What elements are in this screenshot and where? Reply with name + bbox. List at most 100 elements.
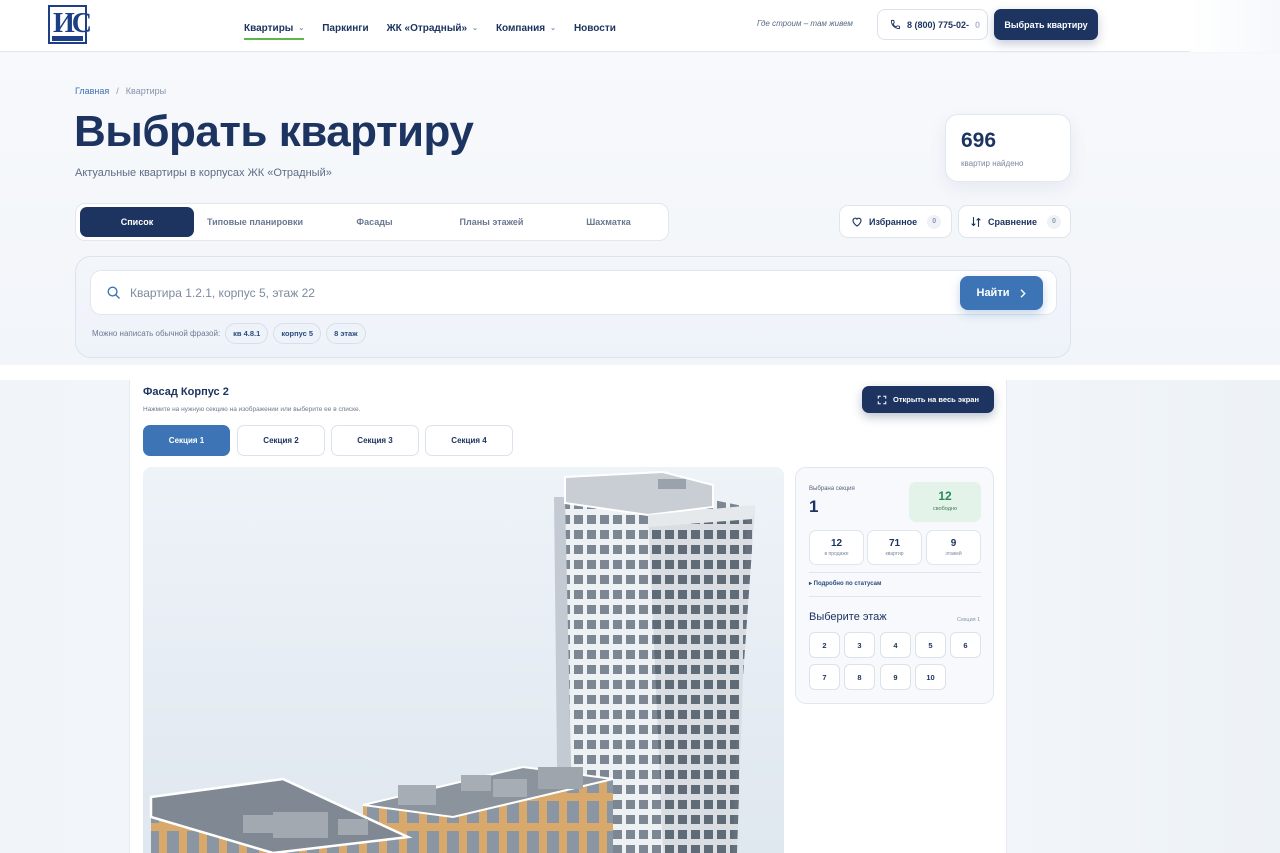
phone-number-tail: 0 (975, 19, 981, 30)
results-count-label: квартир найдено (961, 159, 1024, 168)
selected-section-value: 1 (809, 497, 819, 516)
search-button[interactable]: Найти (960, 276, 1043, 310)
stat-value: 12 (830, 538, 843, 549)
facade-title: Фасад Корпус 2 (143, 386, 229, 398)
section-tab-3[interactable]: Секция 3 (331, 425, 419, 456)
search-button-label: Найти (976, 287, 1010, 299)
nav-item-apartments[interactable]: Квартиры ⌄ (244, 18, 305, 40)
breadcrumb-home[interactable]: Главная (75, 86, 109, 96)
choose-apartment-button[interactable]: Выбрать квартиру (994, 9, 1098, 40)
fullscreen-button[interactable]: Открыть на весь экран (862, 386, 994, 413)
favorites-count: 0 (927, 214, 942, 229)
tab-chessboard[interactable]: Шахматка (550, 207, 667, 237)
tab-list[interactable]: Список (80, 207, 194, 237)
search-input[interactable] (130, 283, 930, 303)
site-header: ИС Квартиры ⌄ Паркинги ЖК «Отрадный» ⌄ К… (0, 0, 1190, 52)
results-count: 696 (961, 129, 997, 152)
search-panel: Найти Можно написать обычной фразой: кв … (75, 256, 1071, 358)
chevron-down-icon: ⌄ (298, 25, 305, 32)
nav-item-news[interactable]: Новости (574, 18, 616, 38)
search-chip[interactable]: 8 этаж (326, 323, 366, 344)
section-divider-band (0, 365, 1280, 380)
floor-button[interactable]: 5 (915, 632, 946, 658)
status-details-toggle[interactable]: ▸ Подробно по статусам (809, 580, 881, 587)
header-slogan: Где строим – там живем (757, 19, 853, 28)
selected-section-label: Выбрана секция (809, 486, 855, 492)
logo-strip (52, 36, 83, 41)
nav-label: Новости (573, 22, 616, 34)
floor-button[interactable]: 9 (880, 664, 911, 690)
floor-button[interactable]: 3 (844, 632, 875, 658)
search-icon (107, 286, 120, 299)
stat-label: этажей (945, 551, 962, 557)
stat-apartments: 71 квартир (867, 530, 922, 565)
phone-icon (890, 19, 901, 30)
divider (809, 596, 981, 597)
compare-count: 0 (1046, 214, 1061, 229)
search-hints: Можно написать обычной фразой: кв 4.8.1 … (92, 323, 366, 344)
search-chip[interactable]: корпус 5 (273, 323, 322, 344)
breadcrumb-current: Квартиры (125, 86, 167, 96)
page-title: Выбрать квартиру (74, 107, 474, 156)
nav-label: Паркинги (322, 22, 369, 34)
floor-button[interactable]: 10 (915, 664, 946, 690)
floor-button[interactable]: 2 (809, 632, 840, 658)
free-label: свободно (932, 506, 958, 512)
main-nav: Квартиры ⌄ Паркинги ЖК «Отрадный» ⌄ Комп… (244, 18, 634, 40)
search-chip[interactable]: кв 4.8.1 (225, 323, 269, 344)
tab-facades[interactable]: Фасады (316, 207, 433, 237)
fullscreen-label: Открыть на весь экран (892, 395, 980, 404)
expand-icon (877, 395, 887, 404)
view-tabs: Список Типовые планировки Фасады Планы э… (75, 203, 669, 241)
chevron-right-icon (1021, 288, 1027, 298)
nav-label: ЖК «Отрадный» (386, 22, 468, 34)
nav-label: Квартиры (244, 22, 294, 34)
building-illustration (143, 467, 784, 853)
floor-button[interactable]: 4 (880, 632, 911, 658)
nav-item-parking[interactable]: Паркинги (322, 18, 368, 38)
search-field: Найти (90, 270, 1057, 315)
stat-for-sale: 12 в продаже (809, 530, 864, 565)
compare-icon (971, 216, 981, 227)
company-logo[interactable]: ИС (48, 5, 92, 44)
breadcrumb-separator: / (116, 86, 119, 96)
floor-button[interactable]: 8 (844, 664, 875, 690)
stat-floors: 9 этажей (926, 530, 981, 565)
stat-label: в продаже (824, 551, 849, 557)
favorites-button[interactable]: Избранное 0 (839, 205, 952, 238)
free-count: 12 (938, 489, 952, 503)
header-fade (1190, 0, 1280, 52)
nav-label: Компания (495, 22, 546, 34)
section-tab-1[interactable]: Секция 1 (143, 425, 230, 456)
divider (809, 572, 981, 573)
section-tab-2[interactable]: Секция 2 (237, 425, 325, 456)
heart-icon (852, 217, 862, 227)
favorites-label: Избранное (869, 216, 918, 227)
tab-floor-plans[interactable]: Планы этажей (433, 207, 550, 237)
search-hint-text: Можно написать обычной фразой: (92, 329, 221, 338)
phone-button[interactable]: 8 (800) 775-02- 0 (877, 9, 988, 40)
floor-button[interactable]: 6 (950, 632, 981, 658)
floor-button[interactable]: 7 (809, 664, 840, 690)
facade-subtitle: Нажмите на нужную секцию на изображении … (143, 406, 361, 413)
compare-label: Сравнение (988, 216, 1037, 227)
page-subtitle: Актуальные квартиры в корпусах ЖК «Отрад… (75, 167, 332, 179)
chevron-down-icon: ⌄ (472, 25, 478, 32)
stat-label: квартир (885, 551, 904, 557)
results-count-card: 696 квартир найдено (945, 114, 1071, 182)
phone-number: 8 (800) 775-02- (907, 19, 970, 30)
compare-button[interactable]: Сравнение 0 (958, 205, 1071, 238)
breadcrumb: Главная / Квартиры (75, 86, 166, 96)
section-tab-4[interactable]: Секция 4 (425, 425, 513, 456)
nav-item-complex[interactable]: ЖК «Отрадный» ⌄ (387, 18, 478, 38)
section-info-card: Выбрана секция 1 12 свободно 12 в продаж… (795, 467, 994, 704)
tab-typical-layouts[interactable]: Типовые планировки (194, 207, 316, 237)
nav-item-company[interactable]: Компания ⌄ (496, 18, 556, 38)
facade-render[interactable] (143, 467, 784, 853)
stat-value: 71 (888, 538, 901, 549)
chevron-down-icon: ⌄ (550, 25, 556, 32)
choose-floor-section: Секция 1 (957, 617, 981, 623)
stat-value: 9 (950, 538, 957, 549)
choose-floor-title: Выберите этаж (809, 611, 887, 623)
free-apartments-badge: 12 свободно (909, 482, 981, 522)
